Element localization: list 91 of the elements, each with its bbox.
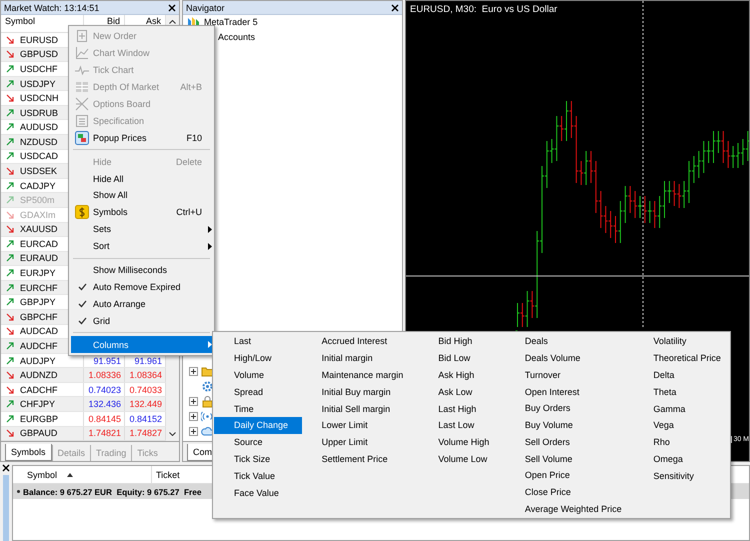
- expand-icon[interactable]: [189, 427, 198, 436]
- scroll-up-icon[interactable]: [169, 20, 176, 24]
- menu-item[interactable]: Bid Low: [418, 350, 505, 367]
- menu-item[interactable]: Last High: [418, 400, 505, 417]
- menu-item[interactable]: Buy Orders: [504, 400, 634, 417]
- tree-item[interactable]: MetaTrader 5: [204, 16, 258, 26]
- menu-item[interactable]: Volume Low: [418, 450, 505, 468]
- menu-item[interactable]: Theta: [633, 383, 729, 400]
- menu-item[interactable]: Ask Low: [418, 383, 505, 400]
- bullet-icon: [17, 490, 20, 493]
- tree-item[interactable]: Accounts: [218, 32, 256, 42]
- bid-cell: 132.436: [84, 397, 125, 412]
- menu-item[interactable]: Daily Change: [214, 416, 302, 434]
- menu-item[interactable]: Delta: [633, 366, 729, 384]
- document-plus-icon: [75, 29, 89, 44]
- menu-item[interactable]: Initial Buy margin: [302, 383, 418, 400]
- submenu-arrow-icon: [208, 242, 212, 250]
- menu-item[interactable]: Volume High: [418, 434, 505, 451]
- bid-cell: 1.74821: [84, 426, 125, 440]
- tick-wave-icon: [75, 63, 89, 78]
- symbol-cell[interactable]: CADCHF: [1, 382, 84, 396]
- menu-item[interactable]: Average Weighted Price: [504, 500, 634, 518]
- tab[interactable]: Symbols: [5, 444, 52, 461]
- dollar-coin-icon: [75, 205, 89, 220]
- panel-title: Navigator: [186, 2, 225, 12]
- expand-icon[interactable]: [189, 412, 198, 421]
- menu-item[interactable]: Close Price: [504, 484, 634, 500]
- menu-item[interactable]: Upper Limit: [302, 434, 418, 451]
- symbol-cell[interactable]: EURGBP: [1, 412, 84, 426]
- menu-item[interactable]: Rho: [633, 434, 729, 451]
- menu-item[interactable]: Columns: [71, 336, 212, 354]
- menu-item[interactable]: Accrued Interest: [302, 333, 418, 350]
- menu-item[interactable]: Theoretical Price: [633, 350, 729, 367]
- bid-cell: 1.08336: [84, 368, 125, 382]
- menu-item[interactable]: Deals Volume: [504, 350, 634, 366]
- folder-icon: [201, 365, 214, 378]
- symbol-cell[interactable]: GBPAUD: [1, 426, 84, 440]
- menu-item[interactable]: Initial Sell margin: [302, 400, 418, 417]
- column-header[interactable]: Symbol: [13, 466, 152, 483]
- popup-window-icon: [75, 130, 89, 145]
- menu-item[interactable]: Vega: [633, 416, 729, 434]
- menu-item[interactable]: Maintenance margin: [302, 366, 418, 384]
- menu-item[interactable]: Sell Volume: [504, 450, 634, 467]
- menu-item[interactable]: Face Value: [214, 484, 302, 501]
- chart-title: EURUSD, M30: Euro vs US Dollar: [410, 4, 558, 15]
- menu-item[interactable]: Volatility: [633, 333, 729, 350]
- menu-item[interactable]: Omega: [633, 450, 729, 468]
- symbol-cell[interactable]: CHFJPY: [1, 397, 84, 412]
- menu-item[interactable]: Spread: [214, 383, 302, 400]
- submenu-arrow-icon: [208, 226, 212, 233]
- bid-cell: 0.84145: [84, 412, 125, 426]
- sort-ascending-icon: [67, 472, 74, 476]
- menu-item[interactable]: Initial margin: [302, 350, 418, 367]
- menu-item[interactable]: Sell Orders: [504, 433, 634, 450]
- bid-cell: 0.74023: [84, 382, 125, 396]
- gear-icon: [201, 380, 214, 393]
- lock-icon: [201, 395, 214, 408]
- column-header[interactable]: Ticket: [152, 466, 196, 483]
- menu-item[interactable]: Open Price: [504, 466, 634, 484]
- menu-item[interactable]: Deals: [504, 333, 634, 350]
- menu-item[interactable]: Ask High: [418, 366, 505, 384]
- menu-item[interactable]: Gamma: [633, 400, 729, 417]
- list-icon: [75, 114, 89, 128]
- menu-item[interactable]: Tick Value: [214, 467, 302, 484]
- menu-item[interactable]: Lower Limit: [302, 416, 418, 434]
- menu-item[interactable]: Last Low: [418, 416, 505, 434]
- menu-item[interactable]: Open Interest: [504, 383, 634, 400]
- menu-item[interactable]: Turnover: [504, 366, 634, 384]
- menu-item[interactable]: Bid High: [418, 333, 505, 350]
- signal-icon: [201, 410, 214, 423]
- menu-item[interactable]: High/Low: [214, 350, 302, 367]
- menu-item[interactable]: Buy Volume: [504, 416, 634, 434]
- close-icon[interactable]: [391, 4, 399, 12]
- scroll-down-icon[interactable]: [169, 432, 176, 436]
- menu-item[interactable]: Last: [214, 333, 302, 350]
- submenu-arrow-icon: [208, 341, 212, 348]
- cloud-icon: [201, 425, 214, 438]
- expand-icon[interactable]: [189, 397, 198, 406]
- close-icon[interactable]: [2, 464, 10, 472]
- close-icon[interactable]: [168, 4, 176, 12]
- expand-icon[interactable]: [189, 367, 198, 376]
- menu-item[interactable]: Volume: [214, 366, 302, 384]
- table-icon: [75, 80, 89, 94]
- menu-item[interactable]: Time: [214, 400, 302, 417]
- panel-title: Market Watch: 13:14:51: [4, 2, 100, 12]
- line-chart-icon: [75, 46, 89, 60]
- cross-lines-icon: [75, 97, 89, 111]
- menu-item[interactable]: Settlement Price: [302, 450, 418, 468]
- balance-summary: Balance: 9 675.27 EUR Equity: 9 675.27 Free: [23, 486, 202, 496]
- menu-item[interactable]: Sensitivity: [633, 467, 729, 484]
- symbol-cell[interactable]: AUDNZD: [1, 368, 84, 382]
